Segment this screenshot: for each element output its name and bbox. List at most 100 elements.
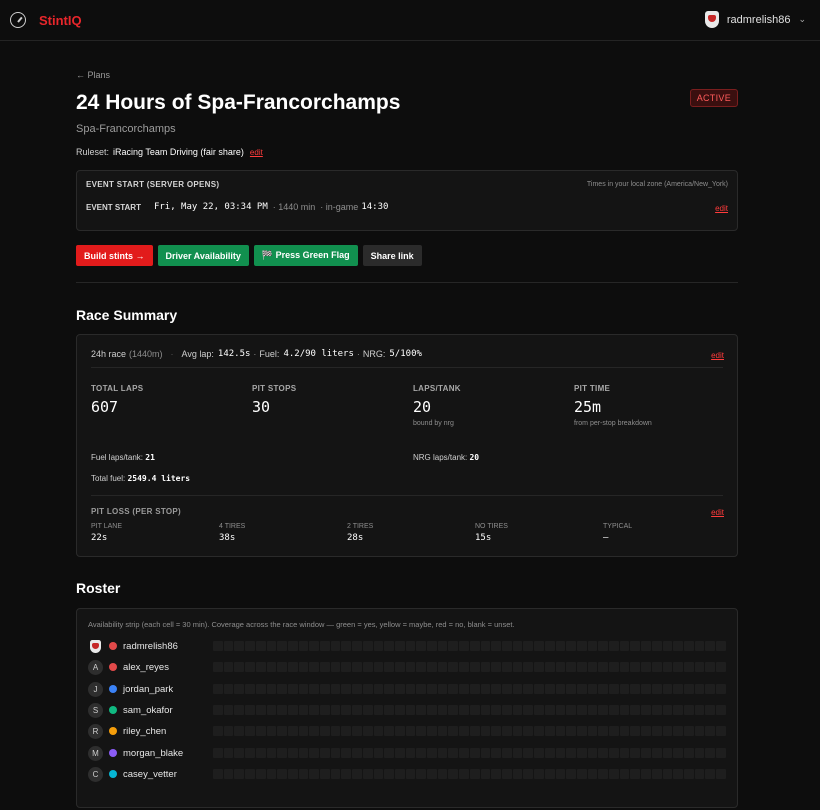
availability-cell[interactable] xyxy=(245,684,255,694)
availability-cell[interactable] xyxy=(598,662,609,672)
availability-cell[interactable] xyxy=(716,726,726,736)
availability-cell[interactable] xyxy=(641,662,651,672)
availability-cell[interactable] xyxy=(491,705,501,715)
availability-cell[interactable] xyxy=(705,684,716,694)
availability-cell[interactable] xyxy=(544,641,555,651)
availability-cell[interactable] xyxy=(437,726,448,736)
availability-cell[interactable] xyxy=(662,769,673,779)
availability-cell[interactable] xyxy=(523,641,534,651)
roster-row[interactable]: Rriley_chen xyxy=(88,723,728,739)
availability-cell[interactable] xyxy=(662,662,673,672)
availability-cell[interactable] xyxy=(491,769,501,779)
roster-row[interactable]: Mmorgan_blake xyxy=(88,745,728,761)
availability-cell[interactable] xyxy=(534,641,544,651)
availability-cell[interactable] xyxy=(213,726,223,736)
availability-cell[interactable] xyxy=(287,769,298,779)
availability-cell[interactable] xyxy=(448,684,459,694)
availability-cell[interactable] xyxy=(683,662,694,672)
availability-cell[interactable] xyxy=(587,769,598,779)
availability-cell[interactable] xyxy=(630,684,641,694)
availability-cell[interactable] xyxy=(609,705,619,715)
availability-cell[interactable] xyxy=(448,662,459,672)
availability-cell[interactable] xyxy=(341,705,352,715)
availability-cell[interactable] xyxy=(641,726,651,736)
availability-cell[interactable] xyxy=(416,769,427,779)
availability-cell[interactable] xyxy=(480,705,491,715)
availability-cell[interactable] xyxy=(576,705,587,715)
availability-cell[interactable] xyxy=(619,726,630,736)
availability-cell[interactable] xyxy=(437,748,448,758)
availability-cell[interactable] xyxy=(277,705,287,715)
availability-cell[interactable] xyxy=(427,748,437,758)
availability-cell[interactable] xyxy=(223,726,234,736)
availability-cell[interactable] xyxy=(330,641,341,651)
availability-cell[interactable] xyxy=(213,641,223,651)
edit-event-start-link[interactable]: edit xyxy=(715,204,728,213)
availability-cell[interactable] xyxy=(459,748,469,758)
availability-cell[interactable] xyxy=(330,726,341,736)
availability-cell[interactable] xyxy=(566,769,576,779)
availability-cell[interactable] xyxy=(266,684,277,694)
availability-cell[interactable] xyxy=(523,705,534,715)
availability-cell[interactable] xyxy=(630,641,641,651)
availability-cell[interactable] xyxy=(694,705,705,715)
availability-cell[interactable] xyxy=(587,662,598,672)
availability-cell[interactable] xyxy=(416,705,427,715)
availability-cell[interactable] xyxy=(694,769,705,779)
availability-cell[interactable] xyxy=(587,641,598,651)
availability-cell[interactable] xyxy=(587,748,598,758)
availability-cell[interactable] xyxy=(448,705,459,715)
availability-cell[interactable] xyxy=(384,726,394,736)
availability-cell[interactable] xyxy=(330,748,341,758)
availability-cell[interactable] xyxy=(480,641,491,651)
availability-cell[interactable] xyxy=(320,684,330,694)
availability-cell[interactable] xyxy=(245,662,255,672)
availability-cell[interactable] xyxy=(298,726,309,736)
availability-cell[interactable] xyxy=(234,748,245,758)
availability-cell[interactable] xyxy=(427,641,437,651)
availability-cell[interactable] xyxy=(619,641,630,651)
availability-cell[interactable] xyxy=(544,769,555,779)
availability-cell[interactable] xyxy=(555,662,566,672)
availability-cell[interactable] xyxy=(373,726,384,736)
availability-cell[interactable] xyxy=(330,705,341,715)
availability-cell[interactable] xyxy=(566,684,576,694)
availability-cell[interactable] xyxy=(598,705,609,715)
availability-cell[interactable] xyxy=(694,684,705,694)
press-green-flag-button[interactable]: 🏁 Press Green Flag xyxy=(253,245,358,266)
roster-row[interactable]: radmrelish86 xyxy=(88,638,728,654)
availability-cell[interactable] xyxy=(255,641,266,651)
availability-cell[interactable] xyxy=(566,641,576,651)
availability-cell[interactable] xyxy=(394,769,405,779)
availability-cell[interactable] xyxy=(448,641,459,651)
availability-cell[interactable] xyxy=(448,726,459,736)
availability-cell[interactable] xyxy=(373,705,384,715)
availability-cell[interactable] xyxy=(491,748,501,758)
availability-cell[interactable] xyxy=(416,641,427,651)
availability-cell[interactable] xyxy=(352,662,362,672)
availability-cell[interactable] xyxy=(394,684,405,694)
roster-row[interactable]: Ccasey_vetter xyxy=(88,766,728,782)
availability-cell[interactable] xyxy=(384,769,394,779)
availability-cell[interactable] xyxy=(609,641,619,651)
availability-cell[interactable] xyxy=(266,662,277,672)
availability-cell[interactable] xyxy=(394,748,405,758)
availability-cell[interactable] xyxy=(234,684,245,694)
availability-cell[interactable] xyxy=(705,769,716,779)
availability-cell[interactable] xyxy=(298,748,309,758)
availability-cell[interactable] xyxy=(352,705,362,715)
availability-cell[interactable] xyxy=(501,684,512,694)
availability-cell[interactable] xyxy=(362,662,373,672)
availability-cell[interactable] xyxy=(416,726,427,736)
availability-cell[interactable] xyxy=(512,769,523,779)
availability-cell[interactable] xyxy=(694,726,705,736)
availability-cell[interactable] xyxy=(716,748,726,758)
edit-race-parameters-link[interactable]: edit xyxy=(711,351,724,360)
availability-cell[interactable] xyxy=(234,705,245,715)
availability-cell[interactable] xyxy=(298,684,309,694)
availability-cell[interactable] xyxy=(384,705,394,715)
availability-cell[interactable] xyxy=(523,684,534,694)
availability-cell[interactable] xyxy=(384,684,394,694)
availability-cell[interactable] xyxy=(662,726,673,736)
availability-cell[interactable] xyxy=(330,662,341,672)
